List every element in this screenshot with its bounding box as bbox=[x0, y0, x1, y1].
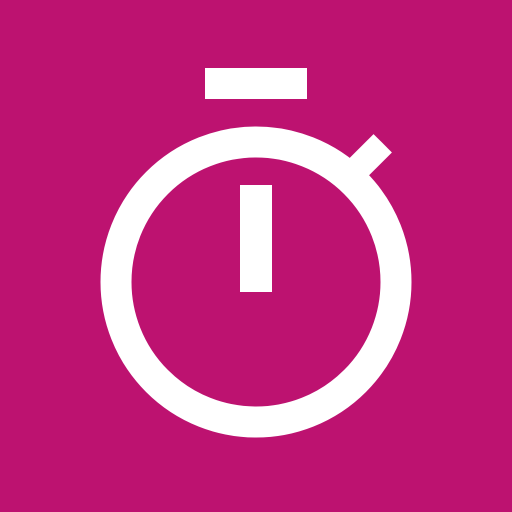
stopwatch-icon bbox=[0, 0, 512, 512]
app-icon-tile bbox=[0, 0, 512, 512]
stopwatch-hand bbox=[240, 185, 272, 292]
stopwatch-top-button bbox=[205, 68, 307, 99]
